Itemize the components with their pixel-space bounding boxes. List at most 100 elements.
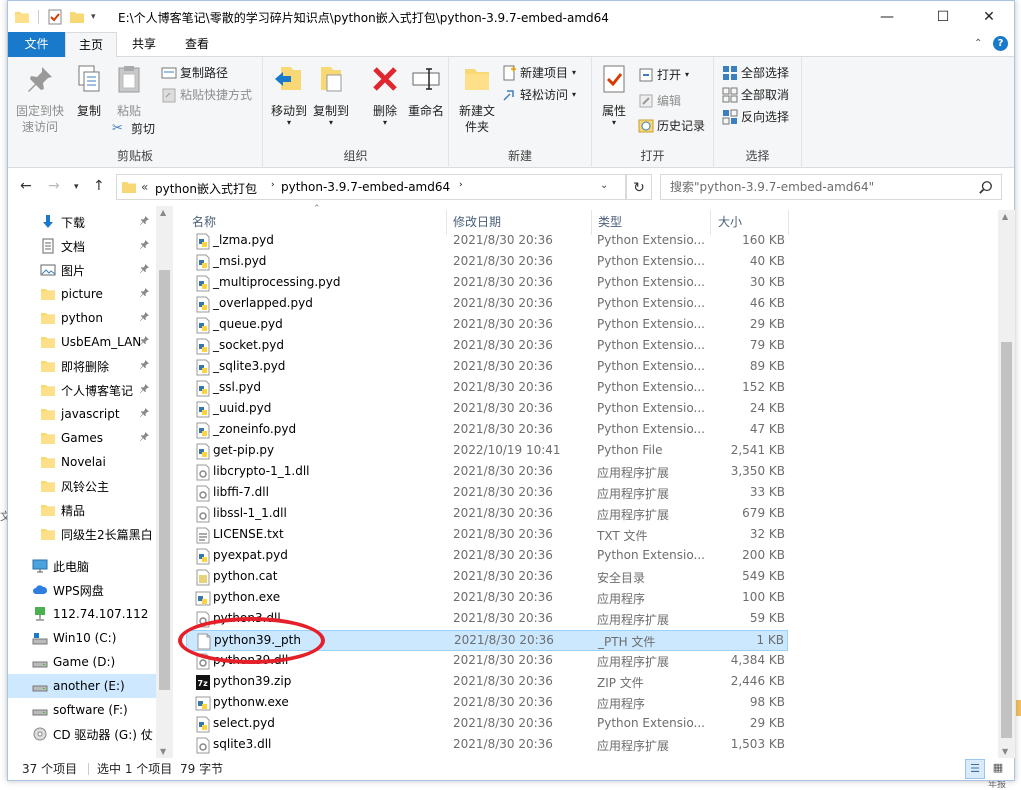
sidebar-item[interactable]: UsbEAm_LAN — [8, 330, 156, 354]
new-folder-button[interactable]: 新建文件夹 — [455, 63, 499, 135]
address-overflow-prefix[interactable]: « — [141, 180, 148, 194]
file-list-scrollbar[interactable]: ▲ ▼ — [998, 210, 1015, 758]
table-row[interactable]: python.exe 2021/8/30 20:36 应用程序 100 KB — [186, 588, 788, 609]
table-row[interactable]: _zoneinfo.pyd 2021/8/30 20:36 Python Exten… — [186, 420, 788, 441]
cut-button[interactable]: ✂ 剪切 — [112, 119, 155, 139]
sidebar-item[interactable]: WPS网盘 — [8, 578, 156, 602]
column-divider[interactable] — [788, 210, 789, 235]
address-bar[interactable]: « python嵌入式打包 › python-3.9.7-embed-amd64… — [116, 174, 626, 200]
file-list-scroll-thumb[interactable] — [1001, 342, 1012, 738]
scroll-down-arrow-icon[interactable]: ▼ — [160, 747, 166, 756]
scroll-up-arrow-icon[interactable]: ▲ — [160, 208, 166, 217]
sidebar-item[interactable]: Win10 (C:) — [8, 626, 156, 650]
sidebar-item[interactable]: picture — [8, 282, 156, 306]
easy-access-button[interactable]: 轻松访问 ▾ — [501, 85, 576, 105]
sidebar-item[interactable]: software (F:) — [8, 698, 156, 722]
table-row[interactable]: _socket.pyd 2021/8/30 20:36 Python Extensi… — [186, 336, 788, 357]
tab-file[interactable]: 文件 — [8, 32, 65, 57]
table-row[interactable]: _lzma.pyd 2021/8/30 20:36 Python Extensio.… — [186, 231, 788, 252]
table-row[interactable]: _multiprocessing.pyd 2021/8/30 20:36 Pytho… — [186, 273, 788, 294]
minimize-button[interactable]: — — [864, 1, 910, 32]
sidebar-item[interactable]: CD 驱动器 (G:) 仗 — [8, 722, 156, 746]
edit-button[interactable]: 编辑 — [638, 91, 681, 111]
forward-arrow-icon[interactable]: → — [48, 178, 60, 194]
tab-home[interactable]: 主页 — [65, 32, 117, 58]
sidebar-item[interactable]: Games — [8, 426, 156, 450]
sidebar-item[interactable]: javascript — [8, 402, 156, 426]
properties-button[interactable]: 属性 ▾ — [596, 63, 632, 127]
table-row[interactable]: _overlapped.pyd 2021/8/30 20:36 Python Ext… — [186, 294, 788, 315]
customize-quick-access-chevron-icon[interactable]: ▾ — [91, 12, 96, 22]
table-row[interactable]: sqlite3.dll 2021/8/30 20:36 应用程序扩展 1,503 KB — [186, 735, 788, 756]
maximize-button[interactable]: ☐ — [920, 1, 966, 32]
copy-button[interactable]: 复制 — [70, 63, 108, 119]
pin-quick-access-button[interactable]: 固定到快速访问 — [11, 63, 69, 135]
table-row[interactable]: _msi.pyd 2021/8/30 20:36 Python Extensio..… — [186, 252, 788, 273]
sidebar-item[interactable]: python — [8, 306, 156, 330]
navigation-pane-scrollbar[interactable]: ▲ ▼ — [156, 206, 173, 758]
sidebar-item[interactable]: 此电脑 — [8, 554, 156, 578]
sidebar-item[interactable]: another (E:) — [8, 674, 156, 698]
sidebar-item[interactable]: 个人博客笔记 — [8, 378, 156, 402]
sidebar-item[interactable]: 同级生2长篇黑白 — [8, 522, 156, 546]
select-all-button[interactable]: 全部选择 — [722, 63, 789, 83]
breadcrumb-python-embed[interactable]: python嵌入式打包 — [155, 180, 257, 197]
sidebar-item[interactable]: 文档 — [8, 234, 156, 258]
sidebar-item[interactable]: 风铃公主 — [8, 474, 156, 498]
table-row[interactable]: pythonw.exe 2021/8/30 20:36 应用程序 98 KB — [186, 693, 788, 714]
sidebar-item[interactable]: 112.74.107.112 — [8, 602, 156, 626]
breadcrumb-current-folder[interactable]: python-3.9.7-embed-amd64 — [281, 180, 450, 194]
address-history-chevron-icon[interactable]: ⌄ — [600, 180, 608, 191]
table-row[interactable]: get-pip.py 2022/10/19 10:41 Python File 2,5… — [186, 441, 788, 462]
open-button[interactable]: 打开 ▾ — [638, 65, 689, 85]
refresh-icon[interactable]: ↻ — [626, 174, 652, 200]
copy-path-button[interactable]: 复制路径 — [161, 63, 228, 83]
breadcrumb-separator-icon[interactable]: › — [271, 180, 275, 190]
sidebar-item[interactable]: Game (D:) — [8, 650, 156, 674]
search-icon[interactable] — [979, 180, 993, 194]
table-row[interactable]: libssl-1_1.dll 2021/8/30 20:36 应用程序扩展 679 K… — [186, 504, 788, 525]
help-icon[interactable]: ? — [993, 36, 1008, 51]
table-row[interactable]: libcrypto-1_1.dll 2021/8/30 20:36 应用程序扩展 3,… — [186, 462, 788, 483]
table-row[interactable]: 7z python39.zip 2021/8/30 20:36 ZIP 文件 2,446… — [186, 672, 788, 693]
table-row[interactable]: LICENSE.txt 2021/8/30 20:36 TXT 文件 32 KB — [186, 525, 788, 546]
table-row[interactable]: python.cat 2021/8/30 20:36 安全目录 549 KB — [186, 567, 788, 588]
sidebar-item[interactable]: Novelai — [8, 450, 156, 474]
search-input[interactable]: 搜索"python-3.9.7-embed-amd64" — [660, 174, 1002, 200]
scroll-down-arrow-icon[interactable]: ▼ — [1002, 747, 1008, 756]
up-arrow-icon[interactable]: ↑ — [93, 178, 105, 194]
paste-button[interactable]: 粘贴 — [110, 63, 148, 119]
table-row[interactable]: libffi-7.dll 2021/8/30 20:36 应用程序扩展 33 KB — [186, 483, 788, 504]
move-to-button[interactable]: 移动到 ▾ — [269, 63, 309, 127]
sidebar-item[interactable]: 精品 — [8, 498, 156, 522]
rename-button[interactable]: 重命名 — [405, 63, 447, 119]
select-none-button[interactable]: 全部取消 — [722, 85, 789, 105]
delete-button[interactable]: 删除 ▾ — [365, 63, 405, 127]
copy-to-button[interactable]: 复制到 ▾ — [311, 63, 351, 127]
table-row[interactable]: _queue.pyd 2021/8/30 20:36 Python Extensio… — [186, 315, 788, 336]
large-icons-view-icon[interactable]: ▦ — [988, 759, 1008, 779]
sidebar-item[interactable]: 图片 — [8, 258, 156, 282]
collapse-ribbon-chevron-icon[interactable]: ⌃ — [974, 38, 982, 49]
back-arrow-icon[interactable]: ← — [20, 178, 32, 194]
close-button[interactable]: ✕ — [966, 1, 1012, 32]
table-row[interactable]: _uuid.pyd 2021/8/30 20:36 Python Extensio.… — [186, 399, 788, 420]
new-item-button[interactable]: 新建项目 ▾ — [501, 63, 576, 83]
table-row[interactable]: pyexpat.pyd 2021/8/30 20:36 Python Extensi… — [186, 546, 788, 567]
breadcrumb-separator-icon[interactable]: › — [459, 180, 463, 190]
scroll-up-arrow-icon[interactable]: ▲ — [1002, 212, 1008, 221]
table-row[interactable]: _sqlite3.pyd 2021/8/30 20:36 Python Extens… — [186, 357, 788, 378]
recent-locations-chevron-icon[interactable]: ▾ — [74, 182, 79, 192]
properties-check-icon[interactable] — [47, 9, 63, 25]
new-folder-quick-icon[interactable] — [69, 9, 85, 25]
sidebar-item[interactable]: 下载 — [8, 210, 156, 234]
invert-selection-button[interactable]: 反向选择 — [722, 107, 789, 127]
table-row[interactable]: _ssl.pyd 2021/8/30 20:36 Python Extensio..… — [186, 378, 788, 399]
table-row[interactable]: select.pyd 2021/8/30 20:36 Python Extensio… — [186, 714, 788, 735]
tab-view[interactable]: 查看 — [170, 32, 224, 57]
sidebar-item[interactable]: 即将删除 — [8, 354, 156, 378]
navigation-pane-scroll-thumb[interactable] — [159, 270, 170, 690]
paste-shortcut-button[interactable]: 粘贴快捷方式 — [161, 85, 252, 105]
history-button[interactable]: 历史记录 — [638, 116, 705, 136]
tab-share[interactable]: 共享 — [118, 32, 170, 57]
